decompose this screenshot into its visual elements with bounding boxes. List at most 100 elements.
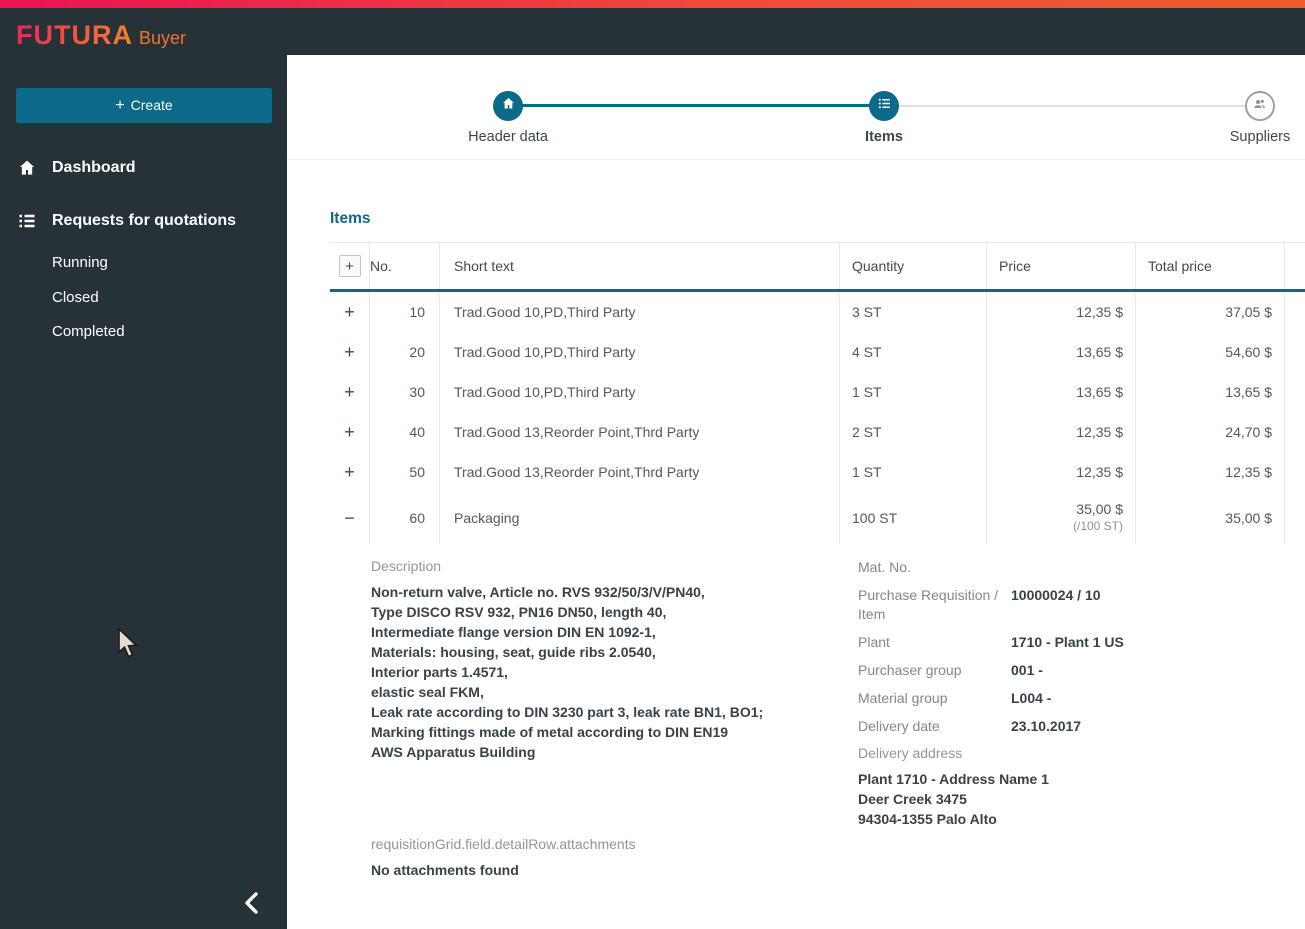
field-label: Material group xyxy=(858,690,948,706)
item-no: 10 xyxy=(370,292,440,332)
step-header-data[interactable]: Header data xyxy=(448,91,568,145)
item-quantity: 2 ST xyxy=(840,412,987,452)
step-items[interactable]: Items xyxy=(824,91,944,145)
table-row-expanded: − 60 Packaging 100 ST 35,00 $ (/100 ST) … xyxy=(330,492,1305,544)
item-total-price: 24,70 $ xyxy=(1136,412,1285,452)
step-circle xyxy=(869,91,899,121)
header-extra xyxy=(1285,243,1305,289)
item-no: 30 xyxy=(370,372,440,412)
brand-suffix: Buyer xyxy=(138,28,187,48)
table-row: + 10 Trad.Good 10,PD,Third Party 3 ST 12… xyxy=(330,292,1305,332)
step-label: Header data xyxy=(468,129,548,145)
detail-field: Mat. No. xyxy=(858,558,1298,577)
item-price-unit-note: (/100 ST) xyxy=(1072,519,1123,533)
add-item-button[interactable]: + xyxy=(338,255,361,277)
create-button[interactable]: + Create xyxy=(16,88,272,123)
item-short-text: Trad.Good 10,PD,Third Party xyxy=(440,292,840,332)
item-no: 20 xyxy=(370,332,440,372)
header-total-price: Total price xyxy=(1136,243,1285,289)
item-short-text: Trad.Good 10,PD,Third Party xyxy=(440,372,840,412)
header-expand-cell: + xyxy=(330,243,370,289)
table-header-row: + No. Short text Quantity Price Total pr… xyxy=(330,242,1305,292)
item-no: 40 xyxy=(370,412,440,452)
list-icon xyxy=(17,211,39,231)
item-total-price: 13,65 $ xyxy=(1136,372,1285,412)
description-label: Description xyxy=(371,558,442,574)
field-value: 10000024 / 10 xyxy=(1011,587,1101,603)
expand-row-button[interactable]: + xyxy=(344,302,355,323)
attachments-label: requisitionGrid.field.detailRow.attachme… xyxy=(371,836,636,852)
list-icon xyxy=(877,96,892,116)
attachments-empty-text: No attachments found xyxy=(371,862,519,878)
field-value xyxy=(1010,558,1011,577)
sidebar-item-running[interactable]: Running xyxy=(52,254,108,271)
item-price: 12,35 $ xyxy=(987,412,1136,452)
step-label: Suppliers xyxy=(1229,129,1291,145)
delivery-address-text: Plant 1710 - Address Name 1 Deer Creek 3… xyxy=(858,771,1049,827)
detail-field: Plant 1710 - Plant 1 US xyxy=(858,633,1298,652)
create-button-label: Create xyxy=(130,96,173,113)
items-table: + No. Short text Quantity Price Total pr… xyxy=(330,242,1305,544)
field-label: Purchaser group xyxy=(858,662,962,678)
item-price: 35,00 $ (/100 ST) xyxy=(987,492,1136,544)
detail-field: Delivery date 23.10.2017 xyxy=(858,717,1298,736)
sidebar-item-label: Dashboard xyxy=(52,159,136,176)
sidebar-item-closed[interactable]: Closed xyxy=(52,289,99,306)
item-total-price: 35,00 $ xyxy=(1136,492,1285,544)
item-quantity: 100 ST xyxy=(840,492,987,544)
field-label: Plant xyxy=(858,634,890,650)
plus-icon: + xyxy=(115,96,125,114)
delivery-address-label: Delivery address xyxy=(858,745,963,761)
table-row: + 30 Trad.Good 10,PD,Third Party 1 ST 13… xyxy=(330,372,1305,412)
expand-row-button[interactable]: + xyxy=(344,422,355,443)
item-detail-panel: Description Non-return valve, Article no… xyxy=(287,558,1305,878)
field-value: L004 - xyxy=(1011,690,1052,706)
item-short-text: Trad.Good 13,Reorder Point,Thrd Party xyxy=(440,412,840,452)
expand-row-button[interactable]: + xyxy=(344,382,355,403)
detail-field: Purchaser group 001 - xyxy=(858,661,1298,680)
items-section-title: Items xyxy=(330,210,371,227)
brand-name: FUTURA xyxy=(16,20,133,50)
item-total-price: 12,35 $ xyxy=(1136,452,1285,492)
step-circle xyxy=(1245,91,1275,121)
item-price: 13,65 $ xyxy=(987,372,1136,412)
description-text: Non-return valve, Article no. RVS 932/50… xyxy=(371,584,764,760)
field-label: Purchase Requisition / Item xyxy=(858,587,999,622)
chevron-left-icon xyxy=(237,891,267,921)
item-quantity: 1 ST xyxy=(840,372,987,412)
header-short-text: Short text xyxy=(440,243,840,289)
sidebar: FUTURA Buyer + Create Dashboard Requests f… xyxy=(0,8,287,929)
detail-field: Purchase Requisition / Item 10000024 / 1… xyxy=(858,586,1298,624)
step-label: Items xyxy=(865,129,903,145)
item-total-price: 37,05 $ xyxy=(1136,292,1285,332)
field-value: 001 - xyxy=(1011,662,1043,678)
home-icon xyxy=(17,158,39,178)
item-no: 60 xyxy=(370,492,440,544)
item-short-text: Packaging xyxy=(440,492,840,544)
item-price: 12,35 $ xyxy=(987,292,1136,332)
collapse-row-button[interactable]: − xyxy=(344,508,355,529)
item-quantity: 3 ST xyxy=(840,292,987,332)
expand-row-button[interactable]: + xyxy=(344,342,355,363)
step-circle xyxy=(493,91,523,121)
sidebar-item-requests-for-quotations[interactable]: Requests for quotations xyxy=(0,205,287,237)
detail-field: Material group L004 - xyxy=(858,689,1298,708)
people-icon xyxy=(1252,96,1268,117)
sidebar-item-dashboard[interactable]: Dashboard xyxy=(0,152,287,184)
header-no: No. xyxy=(370,243,440,289)
field-label: Delivery date xyxy=(858,718,940,734)
item-price-value: 35,00 $ xyxy=(1076,501,1123,517)
top-accent-bar xyxy=(0,0,1305,8)
main-content: Header data Items Suppliers Items + No. … xyxy=(287,55,1305,929)
item-quantity: 4 ST xyxy=(840,332,987,372)
header-price: Price xyxy=(987,243,1136,289)
table-row: + 20 Trad.Good 10,PD,Third Party 4 ST 13… xyxy=(330,332,1305,372)
sidebar-item-completed[interactable]: Completed xyxy=(52,323,125,340)
item-no: 50 xyxy=(370,452,440,492)
expand-row-button[interactable]: + xyxy=(344,462,355,483)
app-logo: FUTURA Buyer xyxy=(16,20,186,51)
table-row: + 50 Trad.Good 13,Reorder Point,Thrd Par… xyxy=(330,452,1305,492)
item-short-text: Trad.Good 13,Reorder Point,Thrd Party xyxy=(440,452,840,492)
step-suppliers[interactable]: Suppliers xyxy=(1200,91,1305,145)
collapse-sidebar-button[interactable] xyxy=(228,880,276,928)
